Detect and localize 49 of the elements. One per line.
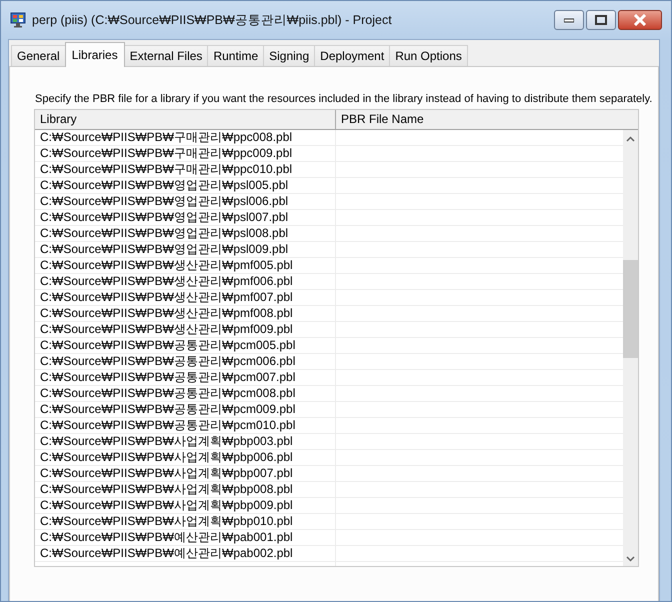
tab[interactable]: Run Options: [389, 45, 468, 66]
table-cell: C:₩Source₩PIIS₩PB₩영업관리₩psl009.pbl: [35, 242, 336, 257]
table-cell: C:₩Source₩PIIS₩PB₩영업관리₩psl007.pbl: [35, 210, 336, 225]
table-cell: C:₩Source₩PIIS₩PB₩공통관리₩pcm008.pbl: [35, 386, 336, 401]
tab[interactable]: Signing: [263, 45, 316, 66]
table-cell: C:₩Source₩PIIS₩PB₩사업계획₩pbp010.pbl: [35, 514, 336, 529]
minimize-icon: [564, 17, 574, 23]
table-cell: C:₩Source₩PIIS₩PB₩사업계획₩pbp008.pbl: [35, 482, 336, 497]
table-cell: C:₩Source₩PIIS₩PB₩생산관리₩pmf009.pbl: [35, 322, 336, 337]
table-cell: C:₩Source₩PIIS₩PB₩사업계획₩pbp003.pbl: [35, 434, 336, 449]
scroll-up-icon[interactable]: [626, 136, 635, 142]
table-cell: C:₩Source₩PIIS₩PB₩공통관리₩pcm009.pbl: [35, 402, 336, 417]
table-cell: C:₩Source₩PIIS₩PB₩생산관리₩pmf008.pbl: [35, 306, 336, 321]
table-cell: C:₩Source₩PIIS₩PB₩예산관리₩pab001.pbl: [35, 530, 336, 545]
table-cell: C:₩Source₩PIIS₩PB₩공통관리₩pcm006.pbl: [35, 354, 336, 369]
close-icon: [633, 14, 647, 26]
table-cell: C:₩Source₩PIIS₩PB₩생산관리₩pmf005.pbl: [35, 258, 336, 273]
close-button[interactable]: [618, 10, 662, 30]
monitor-icon: [10, 12, 26, 28]
table-cell: C:₩Source₩PIIS₩PB₩영업관리₩psl005.pbl: [35, 178, 336, 193]
window-title: perp (piis) (C:₩Source₩PIIS₩PB₩공통관리₩piis.pbl) - Project: [32, 12, 393, 28]
scroll-thumb[interactable]: [623, 260, 638, 358]
tab[interactable]: Runtime: [207, 45, 264, 66]
table-cell: C:₩Source₩PIIS₩PB₩생산관리₩pmf006.pbl: [35, 274, 336, 289]
table-cell: C:₩Source₩PIIS₩PB₩사업계획₩pbp007.pbl: [35, 466, 336, 481]
table-cell: C:₩Source₩PIIS₩PB₩구매관리₩ppc008.pbl: [35, 130, 336, 145]
table-cell: C:₩Source₩PIIS₩PB₩공통관리₩pcm005.pbl: [35, 338, 336, 353]
description-text: Specify the PBR file for a library if you want the resources included in the library instead of having to distribute them separately.: [35, 93, 652, 106]
table-cell: C:₩Source₩PIIS₩PB₩공통관리₩pcm010.pbl: [35, 418, 336, 433]
column-header[interactable]: PBR File Name: [336, 110, 638, 129]
table-cell: C:₩Source₩PIIS₩PB₩영업관리₩psl006.pbl: [35, 194, 336, 209]
column-header[interactable]: Library: [35, 110, 336, 129]
scrollbar[interactable]: [623, 130, 638, 566]
table-cell: C:₩Source₩PIIS₩PB₩예산관리₩pab002.pbl: [35, 546, 336, 561]
maximize-button[interactable]: [586, 10, 616, 30]
table-cell: C:₩Source₩PIIS₩PB₩구매관리₩ppc010.pbl: [35, 162, 336, 177]
minimize-button[interactable]: [554, 10, 584, 30]
table-cell: C:₩Source₩PIIS₩PB₩사업계획₩pbp006.pbl: [35, 450, 336, 465]
table-cell: C:₩Source₩PIIS₩PB₩구매관리₩ppc009.pbl: [35, 146, 336, 161]
maximize-icon: [595, 15, 607, 25]
tab[interactable]: Deployment: [314, 45, 390, 66]
table-cell: C:₩Source₩PIIS₩PB₩공통관리₩pcm007.pbl: [35, 370, 336, 385]
tab[interactable]: General: [11, 45, 66, 66]
tab[interactable]: Libraries: [64, 42, 125, 67]
table-cell: C:₩Source₩PIIS₩PB₩영업관리₩psl008.pbl: [35, 226, 336, 241]
scroll-down-icon[interactable]: [626, 556, 635, 562]
table-cell: C:₩Source₩PIIS₩PB₩사업계획₩pbp009.pbl: [35, 498, 336, 513]
tab[interactable]: External Files: [124, 45, 208, 66]
table-cell: C:₩Source₩PIIS₩PB₩생산관리₩pmf007.pbl: [35, 290, 336, 305]
